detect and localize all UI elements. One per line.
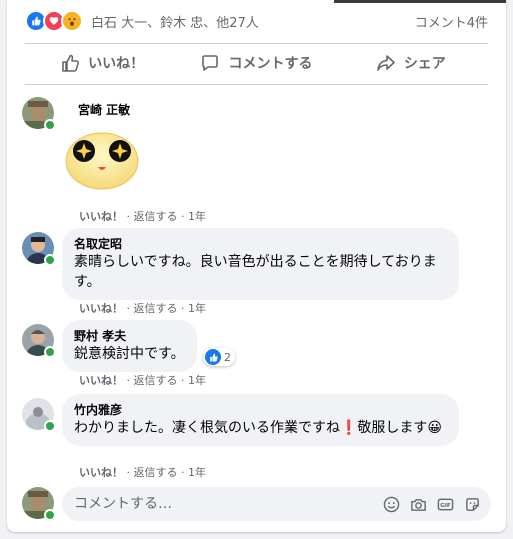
comment-bubble: 竹内雅彦 わかりました。凄く根気のいる作業ですね❗敬服します😀 — [62, 394, 459, 446]
reply-link[interactable]: 返信する — [134, 466, 178, 479]
comment-text: 素晴らしいですね。良い音色が出ることを期待しております。 — [74, 254, 437, 290]
reply-link[interactable]: 返信する — [134, 302, 178, 315]
commenter-name[interactable]: 竹内雅彦 — [74, 402, 447, 418]
commenter-name[interactable]: 野村 孝夫 — [74, 328, 185, 344]
reply-link[interactable]: 返信する — [134, 374, 178, 387]
reply-link[interactable]: 返信する — [134, 210, 178, 223]
comment-item: 宮崎 正敏 いいね！ · 返信する · 1年 — [22, 97, 491, 227]
svg-text:GIF: GIF — [440, 503, 451, 509]
commenter-name[interactable]: 名取定昭 — [74, 236, 447, 252]
sticker-icon[interactable] — [463, 495, 481, 513]
comment-like-link[interactable]: いいね！ — [79, 466, 123, 479]
online-indicator — [44, 420, 56, 432]
comment-bubble: 野村 孝夫 鋭意検討中です。 — [62, 320, 197, 372]
post-card: 白石 大一、鈴木 忠、他27人 コメント4件 いいね！ コメントする シェア 宮… — [7, 0, 506, 532]
like-label: いいね！ — [88, 56, 145, 72]
share-button[interactable]: シェア — [334, 46, 488, 80]
reaction-count: 2 — [224, 350, 231, 364]
comment-time[interactable]: 1年 — [188, 210, 206, 223]
comment-bubble: 名取定昭 素晴らしいですね。良い音色が出ることを期待しております。 — [62, 228, 459, 300]
comment-like-link[interactable]: いいね！ — [79, 210, 123, 223]
reaction-summary[interactable]: 白石 大一、鈴木 忠、他27人 コメント4件 — [25, 10, 488, 32]
comment-text: わかりました。凄く根気のいる作業ですね❗敬服します😀 — [74, 420, 443, 436]
comment-like-link[interactable]: いいね！ — [79, 302, 123, 315]
divider — [25, 84, 488, 85]
comment-item: 竹内雅彦 わかりました。凄く根気のいる作業ですね❗敬服します😀 いいね！ · 返… — [22, 394, 491, 484]
online-indicator — [44, 254, 56, 266]
comment-item: 野村 孝夫 鋭意検討中です。 2 いいね！ · 返信する · 1年 — [22, 320, 491, 390]
wow-reaction-icon — [61, 10, 83, 32]
top-edge — [334, 0, 506, 3]
comment-time[interactable]: 1年 — [188, 466, 206, 479]
comment-item: 名取定昭 素晴らしいですね。良い音色が出ることを期待しております。 いいね！ ·… — [22, 228, 491, 318]
comment-meta: いいね！ · 返信する · 1年 — [79, 374, 206, 387]
comment-input[interactable] — [62, 495, 382, 513]
emoji-icon[interactable] — [382, 495, 400, 513]
online-indicator — [44, 346, 56, 358]
like-reaction-icon — [205, 349, 221, 365]
comment-time[interactable]: 1年 — [188, 302, 206, 315]
comment-icon — [202, 55, 219, 71]
online-indicator — [44, 509, 56, 521]
divider — [25, 43, 488, 44]
thumbs-up-icon — [62, 54, 80, 72]
comment-meta: いいね！ · 返信する · 1年 — [79, 466, 206, 479]
comment-meta: いいね！ · 返信する · 1年 — [79, 210, 206, 223]
commenter-name[interactable]: 宮崎 正敏 — [78, 102, 130, 118]
gif-icon[interactable]: GIF — [436, 495, 454, 513]
action-bar: いいね！ コメントする シェア — [25, 46, 488, 80]
share-icon — [377, 55, 395, 71]
comment-meta: いいね！ · 返信する · 1年 — [79, 302, 206, 315]
reaction-names[interactable]: 白石 大一、鈴木 忠、他27人 — [91, 12, 415, 31]
share-label: シェア — [403, 56, 446, 72]
online-indicator — [44, 119, 56, 131]
comment-text: 鋭意検討中です。 — [74, 346, 185, 362]
comment-like-link[interactable]: いいね！ — [79, 374, 123, 387]
like-button[interactable]: いいね！ — [25, 46, 179, 80]
composer-tools: GIF — [382, 495, 491, 513]
comment-time[interactable]: 1年 — [188, 374, 206, 387]
comment-reactions[interactable]: 2 — [203, 348, 235, 366]
comment-label: コメントする — [228, 56, 313, 72]
comment-button[interactable]: コメントする — [179, 46, 333, 80]
comment-input-box[interactable]: GIF — [62, 487, 491, 521]
reaction-icons[interactable] — [25, 10, 83, 32]
camera-icon[interactable] — [409, 495, 427, 513]
comment-count[interactable]: コメント4件 — [415, 12, 488, 31]
sticker-image[interactable] — [64, 127, 140, 191]
comment-composer: GIF — [22, 487, 491, 521]
